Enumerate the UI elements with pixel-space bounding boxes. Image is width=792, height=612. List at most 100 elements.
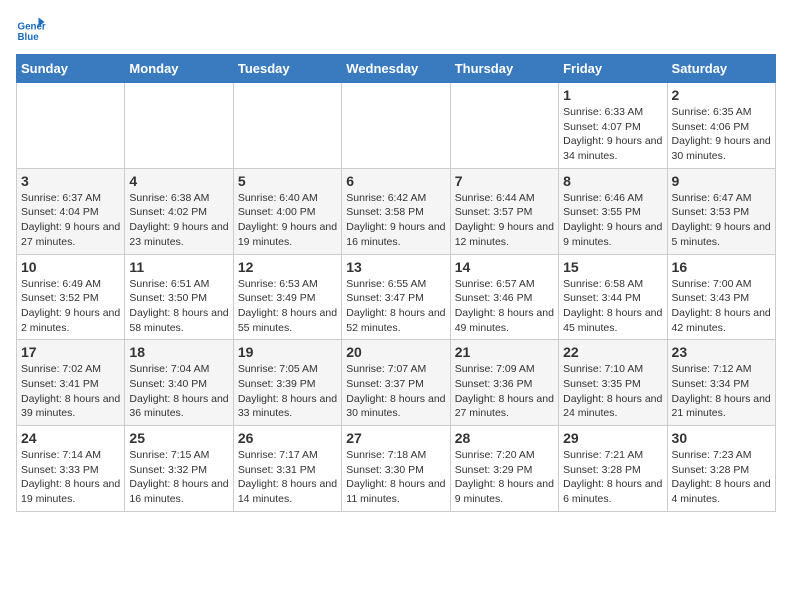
calendar-cell: 17 Sunrise: 7:02 AM Sunset: 3:41 PM Dayli…: [17, 340, 125, 426]
day-info: Sunrise: 7:00 AM Sunset: 3:43 PM Dayligh…: [672, 277, 771, 336]
day-info: Sunrise: 7:12 AM Sunset: 3:34 PM Dayligh…: [672, 362, 771, 421]
calendar-cell: 12 Sunrise: 6:53 AM Sunset: 3:49 PM Dayli…: [233, 254, 341, 340]
day-info: Sunrise: 6:42 AM Sunset: 3:58 PM Dayligh…: [346, 191, 445, 250]
calendar-cell: 28 Sunrise: 7:20 AM Sunset: 3:29 PM Dayli…: [450, 426, 558, 512]
header-day-thursday: Thursday: [450, 55, 558, 83]
day-number: 7: [455, 173, 554, 189]
day-info: Sunrise: 6:47 AM Sunset: 3:53 PM Dayligh…: [672, 191, 771, 250]
calendar-cell: 10 Sunrise: 6:49 AM Sunset: 3:52 PM Dayli…: [17, 254, 125, 340]
calendar-cell: 1 Sunrise: 6:33 AM Sunset: 4:07 PM Daylig…: [559, 83, 667, 169]
calendar-header-row: SundayMondayTuesdayWednesdayThursdayFrid…: [17, 55, 776, 83]
calendar-week-3: 10 Sunrise: 6:49 AM Sunset: 3:52 PM Dayli…: [17, 254, 776, 340]
day-number: 15: [563, 259, 662, 275]
calendar-cell: 25 Sunrise: 7:15 AM Sunset: 3:32 PM Dayli…: [125, 426, 233, 512]
day-info: Sunrise: 6:55 AM Sunset: 3:47 PM Dayligh…: [346, 277, 445, 336]
day-number: 12: [238, 259, 337, 275]
day-number: 20: [346, 344, 445, 360]
calendar-cell: 27 Sunrise: 7:18 AM Sunset: 3:30 PM Dayli…: [342, 426, 450, 512]
calendar-cell: 3Sunrise: 6:37 AM Sunset: 4:04 PM Daylig…: [17, 168, 125, 254]
day-info: Sunrise: 7:15 AM Sunset: 3:32 PM Dayligh…: [129, 448, 228, 507]
calendar-cell: [450, 83, 558, 169]
day-info: Sunrise: 7:20 AM Sunset: 3:29 PM Dayligh…: [455, 448, 554, 507]
calendar-cell: 19 Sunrise: 7:05 AM Sunset: 3:39 PM Dayli…: [233, 340, 341, 426]
day-number: 10: [21, 259, 120, 275]
calendar-cell: 24Sunrise: 7:14 AM Sunset: 3:33 PM Dayli…: [17, 426, 125, 512]
day-number: 25: [129, 430, 228, 446]
day-info: Sunrise: 6:40 AM Sunset: 4:00 PM Dayligh…: [238, 191, 337, 250]
day-info: Sunrise: 7:09 AM Sunset: 3:36 PM Dayligh…: [455, 362, 554, 421]
calendar-cell: 15 Sunrise: 6:58 AM Sunset: 3:44 PM Dayli…: [559, 254, 667, 340]
day-info: Sunrise: 6:38 AM Sunset: 4:02 PM Dayligh…: [129, 191, 228, 250]
calendar-cell: 2Sunrise: 6:35 AM Sunset: 4:06 PM Daylig…: [667, 83, 775, 169]
header-day-monday: Monday: [125, 55, 233, 83]
calendar-cell: [342, 83, 450, 169]
day-number: 29: [563, 430, 662, 446]
day-number: 4: [129, 173, 228, 189]
calendar-cell: [17, 83, 125, 169]
header-day-wednesday: Wednesday: [342, 55, 450, 83]
day-number: 27: [346, 430, 445, 446]
day-number: 6: [346, 173, 445, 189]
day-number: 17: [21, 344, 120, 360]
day-info: Sunrise: 6:37 AM Sunset: 4:04 PM Dayligh…: [21, 191, 120, 250]
logo-icon: General Blue: [16, 16, 46, 46]
calendar-cell: 20 Sunrise: 7:07 AM Sunset: 3:37 PM Dayli…: [342, 340, 450, 426]
day-number: 8: [563, 173, 662, 189]
calendar-table: SundayMondayTuesdayWednesdayThursdayFrid…: [16, 54, 776, 512]
calendar-cell: 13 Sunrise: 6:55 AM Sunset: 3:47 PM Dayli…: [342, 254, 450, 340]
calendar-cell: 5 Sunrise: 6:40 AM Sunset: 4:00 PM Daylig…: [233, 168, 341, 254]
header-day-tuesday: Tuesday: [233, 55, 341, 83]
day-info: Sunrise: 6:33 AM Sunset: 4:07 PM Dayligh…: [563, 105, 662, 164]
calendar-week-4: 17 Sunrise: 7:02 AM Sunset: 3:41 PM Dayli…: [17, 340, 776, 426]
calendar-cell: 11 Sunrise: 6:51 AM Sunset: 3:50 PM Dayli…: [125, 254, 233, 340]
day-info: Sunrise: 6:57 AM Sunset: 3:46 PM Dayligh…: [455, 277, 554, 336]
day-info: Sunrise: 7:18 AM Sunset: 3:30 PM Dayligh…: [346, 448, 445, 507]
day-info: Sunrise: 6:49 AM Sunset: 3:52 PM Dayligh…: [21, 277, 120, 336]
header-day-friday: Friday: [559, 55, 667, 83]
header: General Blue: [16, 16, 776, 46]
calendar-cell: 18 Sunrise: 7:04 AM Sunset: 3:40 PM Dayli…: [125, 340, 233, 426]
day-number: 24: [21, 430, 120, 446]
header-day-saturday: Saturday: [667, 55, 775, 83]
day-number: 30: [672, 430, 771, 446]
calendar-cell: 8Sunrise: 6:46 AM Sunset: 3:55 PM Daylig…: [559, 168, 667, 254]
calendar-week-5: 24Sunrise: 7:14 AM Sunset: 3:33 PM Dayli…: [17, 426, 776, 512]
calendar-cell: 26 Sunrise: 7:17 AM Sunset: 3:31 PM Dayli…: [233, 426, 341, 512]
day-info: Sunrise: 6:58 AM Sunset: 3:44 PM Dayligh…: [563, 277, 662, 336]
day-number: 5: [238, 173, 337, 189]
day-info: Sunrise: 6:51 AM Sunset: 3:50 PM Dayligh…: [129, 277, 228, 336]
header-day-sunday: Sunday: [17, 55, 125, 83]
calendar-cell: 22Sunrise: 7:10 AM Sunset: 3:35 PM Dayli…: [559, 340, 667, 426]
calendar-cell: 23Sunrise: 7:12 AM Sunset: 3:34 PM Dayli…: [667, 340, 775, 426]
day-info: Sunrise: 7:21 AM Sunset: 3:28 PM Dayligh…: [563, 448, 662, 507]
calendar-cell: [125, 83, 233, 169]
day-info: Sunrise: 7:04 AM Sunset: 3:40 PM Dayligh…: [129, 362, 228, 421]
day-number: 11: [129, 259, 228, 275]
day-info: Sunrise: 7:07 AM Sunset: 3:37 PM Dayligh…: [346, 362, 445, 421]
calendar-cell: 21Sunrise: 7:09 AM Sunset: 3:36 PM Dayli…: [450, 340, 558, 426]
calendar-week-1: 1 Sunrise: 6:33 AM Sunset: 4:07 PM Daylig…: [17, 83, 776, 169]
day-number: 18: [129, 344, 228, 360]
day-info: Sunrise: 6:35 AM Sunset: 4:06 PM Dayligh…: [672, 105, 771, 164]
day-number: 16: [672, 259, 771, 275]
day-info: Sunrise: 7:17 AM Sunset: 3:31 PM Dayligh…: [238, 448, 337, 507]
logo: General Blue: [16, 16, 50, 46]
calendar-cell: [233, 83, 341, 169]
calendar-body: 1 Sunrise: 6:33 AM Sunset: 4:07 PM Daylig…: [17, 83, 776, 512]
day-number: 26: [238, 430, 337, 446]
calendar-cell: 7 Sunrise: 6:44 AM Sunset: 3:57 PM Daylig…: [450, 168, 558, 254]
day-number: 28: [455, 430, 554, 446]
day-info: Sunrise: 6:53 AM Sunset: 3:49 PM Dayligh…: [238, 277, 337, 336]
day-number: 9: [672, 173, 771, 189]
calendar-cell: 30Sunrise: 7:23 AM Sunset: 3:28 PM Dayli…: [667, 426, 775, 512]
day-number: 1: [563, 87, 662, 103]
day-info: Sunrise: 7:02 AM Sunset: 3:41 PM Dayligh…: [21, 362, 120, 421]
day-info: Sunrise: 6:44 AM Sunset: 3:57 PM Dayligh…: [455, 191, 554, 250]
day-number: 22: [563, 344, 662, 360]
day-info: Sunrise: 7:05 AM Sunset: 3:39 PM Dayligh…: [238, 362, 337, 421]
day-number: 19: [238, 344, 337, 360]
calendar-cell: 29 Sunrise: 7:21 AM Sunset: 3:28 PM Dayli…: [559, 426, 667, 512]
calendar-cell: 9 Sunrise: 6:47 AM Sunset: 3:53 PM Daylig…: [667, 168, 775, 254]
svg-text:Blue: Blue: [18, 32, 40, 43]
day-number: 13: [346, 259, 445, 275]
